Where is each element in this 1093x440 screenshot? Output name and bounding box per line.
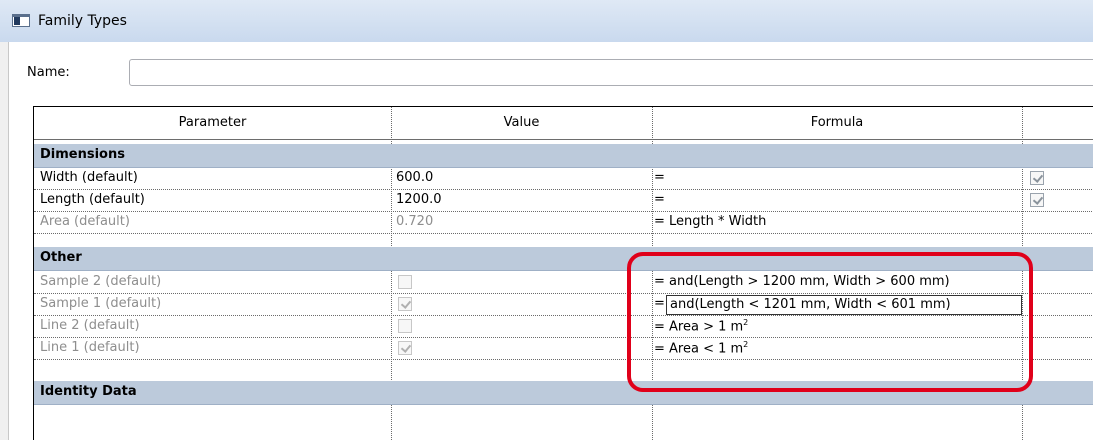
column-header-formula[interactable]: Formula <box>652 107 1022 140</box>
param-formula[interactable]: = <box>654 170 665 185</box>
column-header-lock[interactable] <box>1022 107 1093 140</box>
param-name: Line 2 (default) <box>40 318 140 333</box>
window-left-edge <box>0 42 9 440</box>
reporting-checkbox[interactable] <box>1030 193 1044 207</box>
column-header-parameter[interactable]: Parameter <box>34 107 391 140</box>
param-value[interactable]: 1200.0 <box>396 192 442 207</box>
window-title: Family Types <box>38 13 127 29</box>
table-row[interactable] <box>34 405 1093 435</box>
table-row[interactable]: Length (default) 1200.0 = <box>34 190 1093 212</box>
param-name: Area (default) <box>40 214 130 229</box>
window-icon <box>12 14 30 27</box>
param-formula[interactable]: = Length * Width <box>654 214 766 229</box>
name-dropdown[interactable] <box>129 59 1093 86</box>
value-checkbox <box>398 275 412 289</box>
group-dimensions[interactable]: Dimensions <box>34 144 1093 168</box>
param-value: 0.720 <box>396 214 434 229</box>
param-formula[interactable]: = <box>654 192 665 207</box>
value-checkbox <box>398 297 412 311</box>
table-row[interactable]: Width (default) 600.0 = <box>34 168 1093 190</box>
highlight-annotation <box>627 252 1033 392</box>
value-checkbox <box>398 319 412 333</box>
value-checkbox <box>398 341 412 355</box>
param-name: Length (default) <box>40 192 145 207</box>
column-header-value[interactable]: Value <box>391 107 652 140</box>
param-name: Line 1 (default) <box>40 340 140 355</box>
name-label: Name: <box>27 65 70 80</box>
param-name: Sample 1 (default) <box>40 296 162 311</box>
table-row[interactable]: Area (default) 0.720 = Length * Width <box>34 212 1093 234</box>
param-name: Width (default) <box>40 170 138 185</box>
title-bar: Family Types <box>0 0 1093 42</box>
param-name: Sample 2 (default) <box>40 274 162 289</box>
param-value[interactable]: 600.0 <box>396 170 433 185</box>
reporting-checkbox[interactable] <box>1030 171 1044 185</box>
